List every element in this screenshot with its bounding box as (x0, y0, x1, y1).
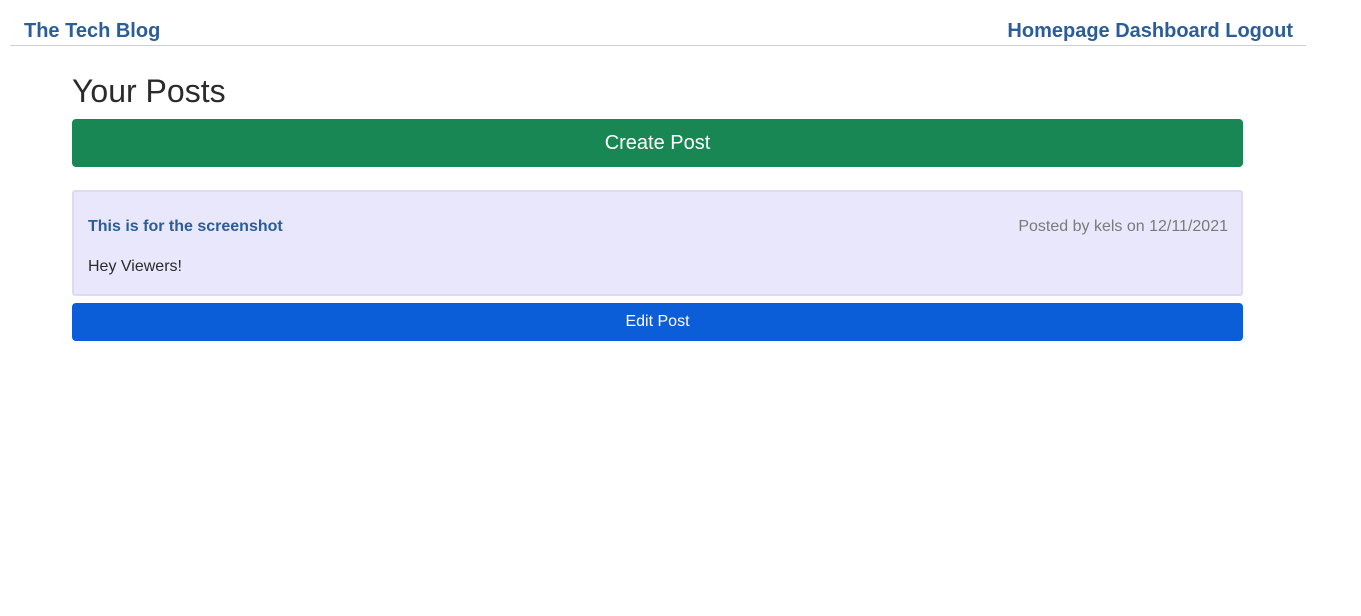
site-header: The Tech Blog Homepage Dashboard Logout (10, 0, 1306, 46)
nav-homepage-link[interactable]: Homepage (1007, 20, 1109, 42)
nav-logout-link[interactable]: Logout (1225, 20, 1293, 42)
nav-dashboard-link[interactable]: Dashboard (1115, 20, 1219, 42)
site-brand-link[interactable]: The Tech Blog (24, 19, 160, 43)
create-post-button[interactable]: Create Post (72, 119, 1243, 167)
post-title: This is for the screenshot (88, 218, 283, 235)
edit-post-button[interactable]: Edit Post (72, 303, 1243, 341)
post-body: Hey Viewers! (88, 258, 182, 275)
page-title: Your Posts (72, 73, 226, 109)
post-card[interactable]: This is for the screenshot Posted by kel… (72, 190, 1243, 296)
main-nav: Homepage Dashboard Logout (1007, 19, 1293, 43)
post-meta: Posted by kels on 12/11/2021 (1018, 218, 1228, 235)
dashboard-main: Your Posts Create Post This is for the s… (72, 70, 1243, 341)
